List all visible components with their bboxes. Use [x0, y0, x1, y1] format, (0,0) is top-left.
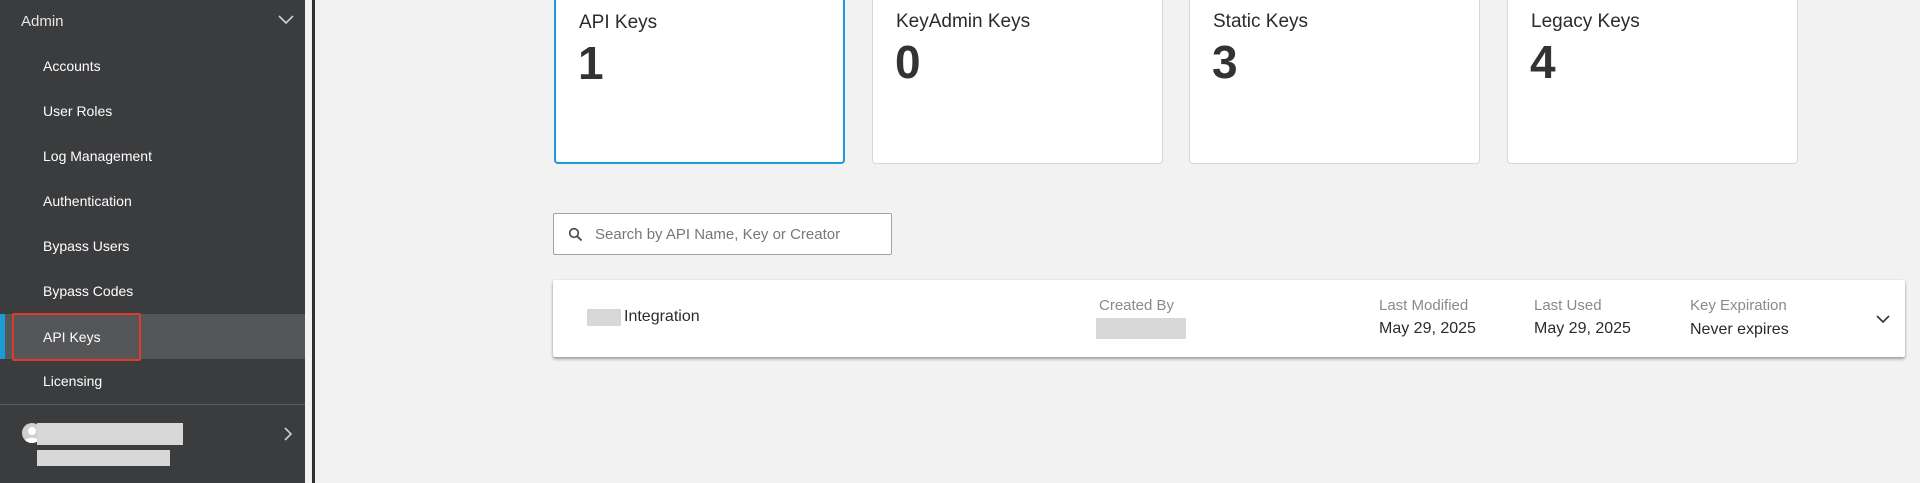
redacted-user-detail [37, 450, 170, 466]
created-by-label: Created By [1099, 297, 1175, 314]
card-api-keys[interactable]: API Keys 1 [554, 0, 845, 164]
sidebar-item-label: Bypass Users [43, 237, 130, 254]
card-count: 1 [578, 37, 604, 89]
chevron-down-icon [278, 15, 294, 25]
card-count: 3 [1212, 36, 1238, 88]
search-field[interactable] [553, 213, 892, 255]
sidebar-item-label: API Keys [43, 328, 101, 345]
card-count: 0 [895, 36, 921, 88]
user-account-menu[interactable] [0, 405, 305, 483]
chevron-right-icon [284, 427, 293, 441]
search-icon [568, 227, 583, 242]
card-title: API Keys [579, 12, 658, 33]
card-title: KeyAdmin Keys [896, 11, 1031, 32]
card-title: Legacy Keys [1531, 11, 1640, 32]
main-content: API Keys 1 KeyAdmin Keys 0 Static Keys 3… [315, 0, 1920, 483]
last-modified-value: May 29, 2025 [1379, 320, 1476, 337]
chevron-down-icon[interactable] [1875, 313, 1891, 325]
card-count: 4 [1530, 36, 1556, 88]
last-used-label: Last Used [1534, 297, 1602, 314]
api-key-name[interactable]: Integration [624, 308, 700, 326]
card-keyadmin-keys[interactable]: KeyAdmin Keys 0 [872, 0, 1163, 164]
key-expiration-label: Key Expiration [1690, 297, 1787, 314]
sidebar-item-user-roles[interactable]: User Roles [0, 88, 315, 133]
sidebar-item-label: Bypass Codes [43, 282, 134, 299]
sidebar-item-label: Accounts [43, 57, 101, 74]
active-indicator [0, 314, 5, 359]
last-modified-label: Last Modified [1379, 297, 1469, 314]
sidebar: Admin Accounts User Roles Log Management… [0, 0, 315, 483]
api-key-row[interactable]: Integration Created By Last Modified May… [553, 280, 1905, 357]
sidebar-item-authentication[interactable]: Authentication [0, 178, 315, 223]
sidebar-item-label: Authentication [43, 192, 132, 209]
sidebar-item-log-management[interactable]: Log Management [0, 133, 315, 178]
key-expiration-value: Never expires [1690, 321, 1789, 338]
sidebar-item-bypass-users[interactable]: Bypass Users [0, 223, 315, 268]
sidebar-item-api-keys[interactable]: API Keys [0, 314, 315, 359]
search-input[interactable] [595, 214, 885, 254]
app-root: Admin Accounts User Roles Log Management… [0, 0, 1920, 483]
redacted-name-prefix [587, 309, 621, 326]
sidebar-item-label: User Roles [43, 102, 113, 119]
sidebar-item-accounts[interactable]: Accounts [0, 43, 315, 88]
card-static-keys[interactable]: Static Keys 3 [1189, 0, 1480, 164]
redacted-user-name [37, 423, 183, 445]
sidebar-item-licensing[interactable]: Licensing [0, 358, 315, 403]
redacted-creator [1096, 318, 1186, 339]
sidebar-item-label: Licensing [43, 372, 103, 389]
sidebar-item-bypass-codes[interactable]: Bypass Codes [0, 268, 315, 313]
sidebar-section-title: Admin [21, 12, 64, 30]
card-title: Static Keys [1213, 11, 1309, 32]
last-used-value: May 29, 2025 [1534, 320, 1631, 337]
sidebar-item-label: Log Management [43, 147, 152, 164]
sidebar-section-admin[interactable]: Admin [0, 0, 305, 42]
card-legacy-keys[interactable]: Legacy Keys 4 [1507, 0, 1798, 164]
